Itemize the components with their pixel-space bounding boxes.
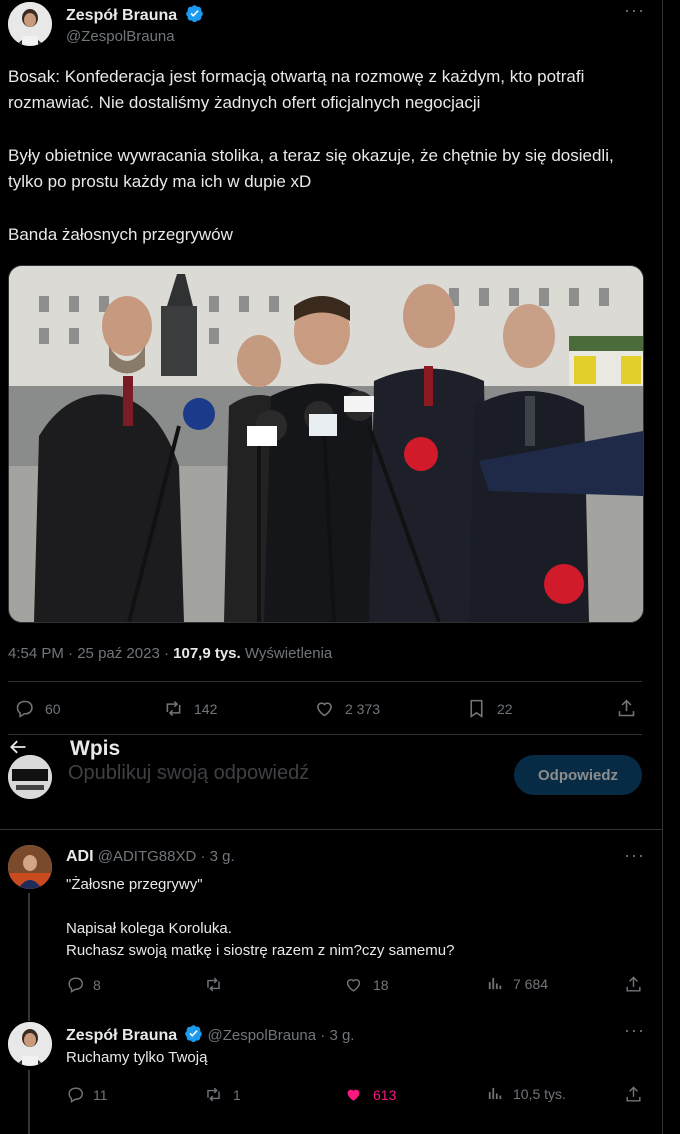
more-options-icon[interactable]: ···	[624, 1020, 645, 1041]
like-count: 2 373	[345, 700, 381, 717]
share-action[interactable]	[624, 1085, 643, 1104]
views-icon	[488, 1087, 502, 1100]
views-count: 7 684	[513, 975, 549, 992]
reply-header: Zespół Brauna @ZespolBrauna · 3 g.	[66, 1024, 354, 1045]
views-count: 107,9 tys.	[173, 645, 241, 662]
reply-button[interactable]: Odpowiedz	[514, 755, 642, 795]
bookmark-count: 22	[497, 700, 513, 717]
reply-header: ADI @ADITG88XD · 3 g.	[66, 848, 235, 866]
reply-icon	[68, 1087, 83, 1103]
reply-line: Napisał kolega Koroluka.	[66, 920, 232, 937]
share-icon	[626, 976, 641, 992]
meta-separator: ·	[163, 645, 174, 662]
tweet-paragraph: Banda żałosnych przegrywów	[8, 225, 233, 244]
tweet-meta: 4:54 PM · 25 paź 2023 · 107,9 tys. Wyświ…	[8, 645, 332, 662]
views-label: Wyświetlenia	[244, 645, 333, 662]
reply-text: "Żałosne przegrywy" Napisał kolega Korol…	[66, 874, 454, 962]
reply-author-name[interactable]: Zespół Brauna	[66, 1027, 177, 1044]
reply-avatar[interactable]	[8, 845, 52, 889]
retweet-action[interactable]: 1	[204, 1085, 241, 1104]
retweet-icon	[166, 700, 181, 717]
retweet-action[interactable]	[204, 975, 233, 994]
meta-separator: ·	[68, 645, 78, 662]
reply-icon	[68, 977, 83, 993]
reply-line: Ruchasz swoją matkę i siostrę razem z ni…	[66, 942, 455, 959]
tweet-time[interactable]: 4:54 PM	[8, 645, 64, 662]
reply-time[interactable]: · 3 g.	[320, 1027, 354, 1044]
views-icon	[488, 977, 502, 990]
reply-count: 60	[45, 700, 61, 717]
tweet-text: Bosak: Konfederacja jest formacją otwart…	[8, 64, 648, 275]
retweet-icon	[207, 1087, 220, 1102]
reply-author-handle[interactable]: @ZespolBrauna	[207, 1027, 316, 1044]
views-action[interactable]: 10,5 tys.	[486, 1085, 566, 1102]
author-avatar[interactable]	[8, 2, 52, 46]
page-title: Wpis	[70, 737, 121, 760]
press-conference-image	[9, 266, 643, 622]
like-action[interactable]: 18	[344, 975, 389, 994]
bookmark-icon	[470, 699, 483, 718]
reply-count: 11	[93, 1086, 108, 1103]
heart-icon	[317, 702, 332, 717]
reply-time[interactable]: · 3 g.	[201, 848, 235, 865]
like-count: 613	[373, 1086, 397, 1103]
retweet-icon	[207, 977, 220, 992]
divider	[8, 681, 642, 682]
reply-icon	[16, 700, 33, 718]
heart-filled-icon	[347, 1089, 360, 1101]
thread-line	[28, 893, 30, 1021]
views-count: 10,5 tys.	[513, 1085, 566, 1102]
heart-icon	[346, 979, 361, 992]
share-icon	[618, 699, 635, 717]
like-action[interactable]: 2 373	[314, 698, 380, 719]
tweet-paragraph: Były obietnice wywracania stolika, a ter…	[8, 146, 614, 191]
reply-input[interactable]: Opublikuj swoją odpowiedź	[68, 762, 309, 785]
more-options-icon[interactable]: ···	[624, 0, 645, 21]
divider	[8, 734, 642, 735]
share-action[interactable]	[624, 975, 643, 994]
author-handle[interactable]: @ZespolBrauna	[66, 28, 204, 45]
like-count: 18	[373, 976, 389, 993]
retweet-count: 1	[233, 1086, 241, 1103]
views-action[interactable]: 7 684	[486, 975, 548, 992]
reply-author-handle[interactable]: @ADITG88XD	[98, 848, 197, 865]
bookmark-action[interactable]: 22	[466, 698, 513, 719]
reply-action[interactable]: 8	[66, 975, 101, 994]
user-avatar[interactable]	[8, 755, 52, 799]
reply-avatar[interactable]	[8, 1022, 52, 1066]
reply-line: "Żałosne przegrywy"	[66, 876, 203, 893]
tweet-photo[interactable]	[8, 265, 644, 623]
more-options-icon[interactable]: ···	[624, 845, 645, 866]
author-info: Zespół Brauna @ZespolBrauna	[66, 4, 204, 45]
main-column: Zespół Brauna @ZespolBrauna ··· Bosak: K…	[0, 0, 663, 1134]
like-action[interactable]: 613	[344, 1085, 396, 1104]
reply-action[interactable]: 60	[14, 698, 61, 719]
reply-count: 8	[93, 976, 101, 993]
tweet-date[interactable]: 25 paź 2023	[77, 645, 160, 662]
share-icon	[626, 1086, 641, 1102]
reply-action[interactable]: 11	[66, 1085, 108, 1104]
verified-badge-icon	[185, 5, 203, 23]
thread-line	[28, 1070, 30, 1134]
retweet-action[interactable]: 142	[163, 698, 217, 719]
retweet-count: 142	[194, 700, 218, 717]
share-action[interactable]	[616, 698, 637, 719]
author-name[interactable]: Zespół Brauna	[66, 7, 177, 24]
reply-line: Ruchamy tylko Twoją	[66, 1049, 208, 1066]
verified-badge-icon	[185, 1025, 203, 1043]
reply-text: Ruchamy tylko Twoją	[66, 1047, 207, 1069]
divider	[0, 829, 662, 830]
tweet-paragraph: Bosak: Konfederacja jest formacją otwart…	[8, 67, 585, 112]
reply-author-name[interactable]: ADI	[66, 848, 94, 865]
